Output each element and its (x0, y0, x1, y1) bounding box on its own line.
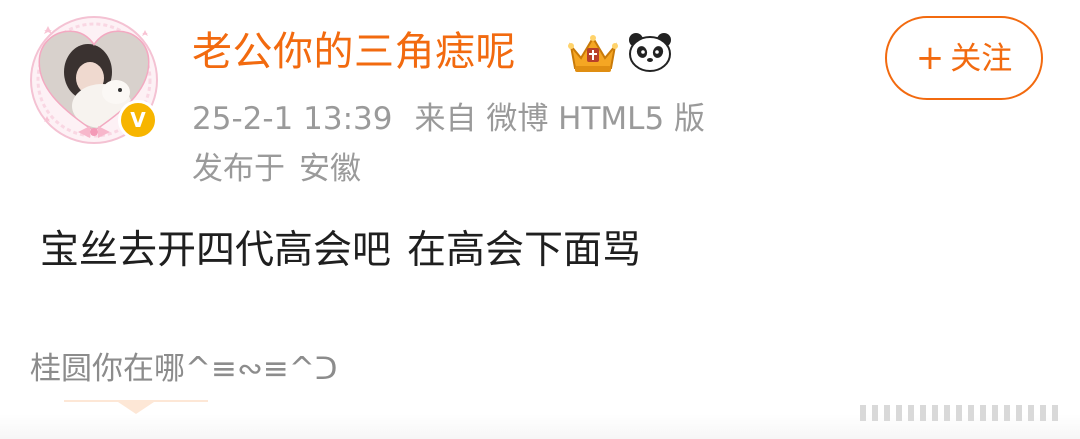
post-location: 发布于 安徽 (192, 148, 361, 190)
source-label: 来自 微博 HTML5 版 (414, 101, 706, 137)
timestamp: 25-2-1 13:39 (192, 101, 393, 137)
more-dots-icon (860, 405, 1058, 421)
weibo-post-card: V 老公你的三角痣呢 25-2-1 13:39 来自 微博 HTML5 版 发布于… (0, 0, 1080, 439)
panda-icon[interactable] (626, 30, 674, 74)
comment-preview[interactable]: 桂圆你在哪^≡∾≡^ᑐ (30, 347, 338, 391)
follow-label: 关注 (950, 41, 1013, 77)
follow-button[interactable]: + 关注 (885, 16, 1043, 100)
crown-badge-icon[interactable] (565, 30, 621, 74)
location-value: 安徽 (299, 151, 361, 187)
username[interactable]: 老公你的三角痣呢 (192, 26, 516, 78)
post-content: 宝丝去开四代高会吧 在高会下面骂 (40, 225, 641, 277)
post-text-part2: 在高会下面骂 (407, 228, 642, 273)
verified-badge-icon: V (118, 100, 158, 140)
location-prefix: 发布于 (192, 151, 285, 187)
plus-icon: + (915, 38, 945, 78)
post-meta: 25-2-1 13:39 来自 微博 HTML5 版 (192, 98, 705, 140)
post-text-part1: 宝丝去开四代高会吧 (40, 228, 392, 273)
